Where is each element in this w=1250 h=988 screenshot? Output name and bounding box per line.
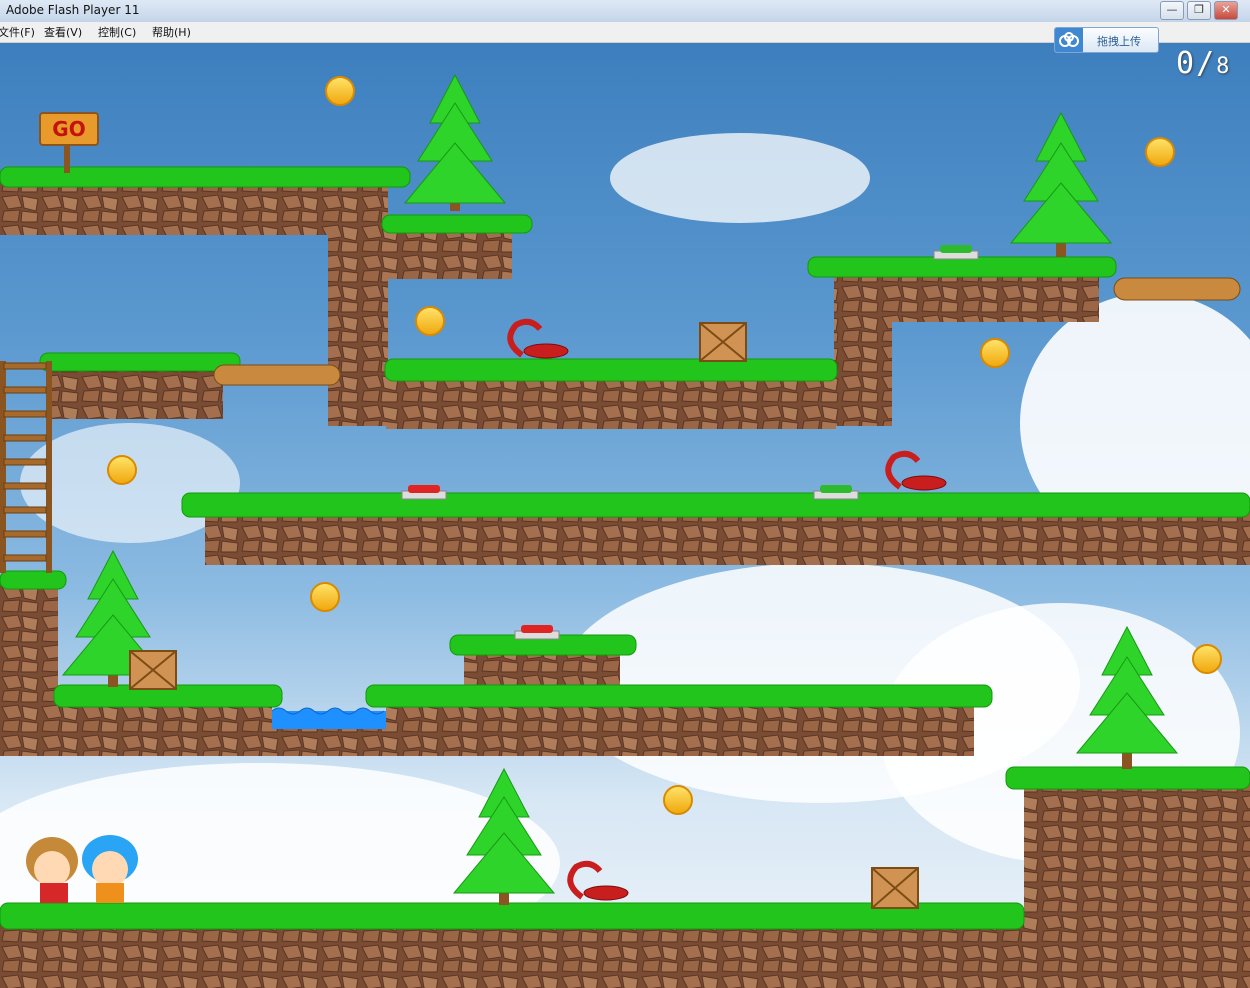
- close-button[interactable]: ✕: [1214, 1, 1238, 20]
- upload-label: 拖拽上传: [1097, 35, 1141, 48]
- coin: [980, 338, 1010, 368]
- window-title: Adobe Flash Player 11: [6, 3, 140, 17]
- green-switch-button: [933, 245, 979, 260]
- menu-control[interactable]: 控制(C): [98, 24, 136, 40]
- pine-tree: [403, 73, 507, 211]
- pine-tree: [1009, 111, 1113, 257]
- coin: [1145, 137, 1175, 167]
- coin: [107, 455, 137, 485]
- rock-block: [834, 268, 892, 426]
- drag-upload-button[interactable]: 拖拽上传: [1054, 27, 1159, 53]
- wooden-crate: [129, 650, 177, 690]
- coins-total: 8: [1216, 54, 1232, 79]
- player-character-red: [26, 837, 78, 903]
- coin: [663, 785, 693, 815]
- coin: [1192, 644, 1222, 674]
- level-scene: [0, 73, 1250, 988]
- scorpion-enemy: [885, 450, 947, 491]
- wooden-crate: [699, 322, 747, 362]
- maximize-button[interactable]: ❐: [1187, 1, 1211, 20]
- menu-file[interactable]: 文件(F): [0, 24, 35, 40]
- rock-block: [1024, 778, 1250, 988]
- wooden-log: [213, 364, 341, 386]
- red-switch-button: [514, 625, 560, 640]
- minimize-button[interactable]: —: [1160, 1, 1184, 20]
- red-switch-button: [401, 485, 447, 500]
- game-canvas[interactable]: GO: [0, 43, 1250, 988]
- rock-platforms: [0, 179, 1250, 988]
- menu-help[interactable]: 帮助(H): [152, 24, 191, 40]
- coin: [325, 76, 355, 106]
- water-pool: [272, 711, 386, 729]
- coin: [310, 582, 340, 612]
- pine-tree: [452, 767, 556, 905]
- cloud-upload-icon: [1055, 28, 1083, 52]
- coin: [415, 306, 445, 336]
- wooden-crate: [871, 867, 919, 909]
- menu-view[interactable]: 查看(V): [44, 24, 82, 40]
- go-sign-text: GO: [52, 117, 86, 141]
- window-titlebar: Adobe Flash Player 11 — ❐ ✕: [0, 0, 1250, 23]
- wooden-log: [1113, 277, 1241, 301]
- green-switch-button: [813, 485, 859, 500]
- wooden-ladder: [0, 361, 52, 573]
- player-character-blue: [82, 835, 138, 903]
- counter-slash: /: [1196, 46, 1217, 81]
- scorpion-enemy: [567, 860, 629, 901]
- coin-counter: 0/8: [1176, 46, 1231, 81]
- rock-block: [328, 179, 388, 426]
- scorpion-enemy: [507, 318, 569, 359]
- coins-collected: 0: [1176, 46, 1197, 81]
- rock-block: [0, 578, 58, 756]
- pine-tree: [1075, 625, 1179, 769]
